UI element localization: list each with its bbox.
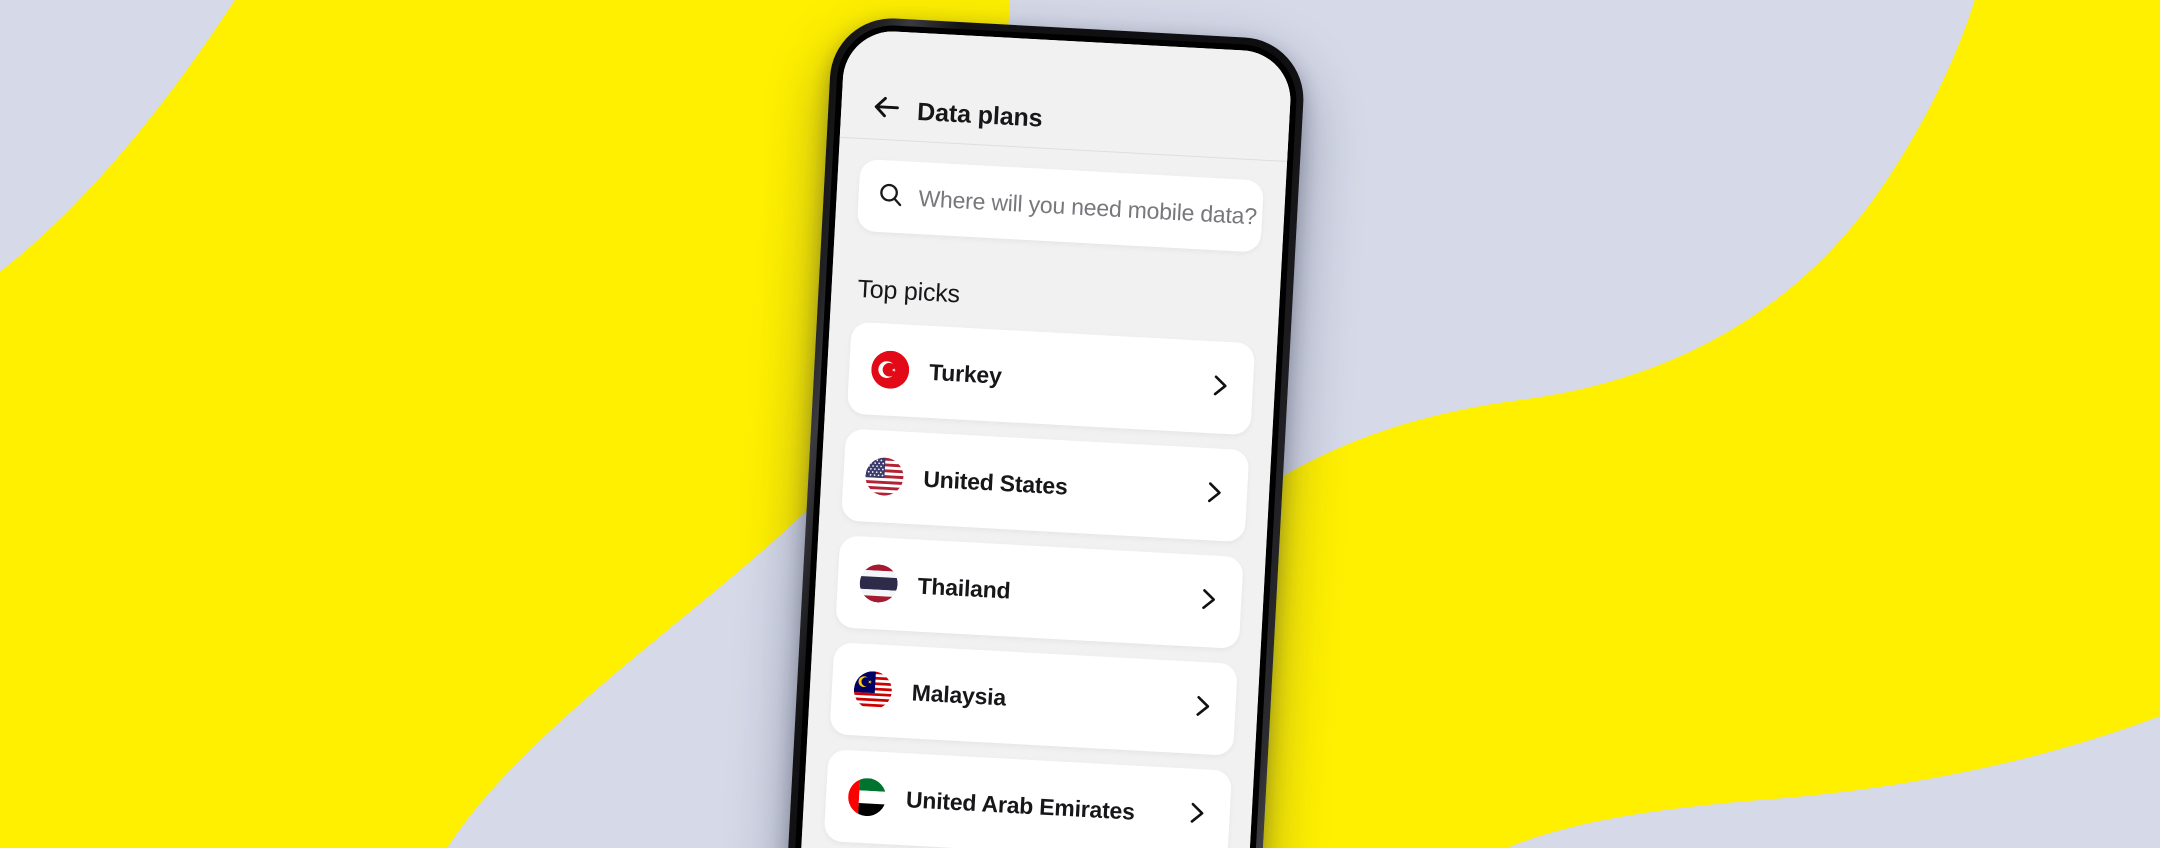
phone-mockup-stage: Data plans Where will you need mobile da… — [0, 0, 2160, 848]
phone-device: Data plans Where will you need mobile da… — [780, 15, 1307, 848]
country-name: Malaysia — [911, 678, 1007, 711]
search-icon — [876, 179, 906, 213]
list-item[interactable]: United Arab Emirates — [823, 749, 1233, 848]
country-name: Turkey — [928, 358, 1003, 389]
app-content: Where will you need mobile data? Top pic… — [794, 138, 1287, 848]
flag-ae-icon — [847, 777, 888, 818]
data-plans-app: Data plans Where will you need mobile da… — [794, 28, 1293, 848]
flag-th-icon — [858, 563, 899, 604]
back-button[interactable] — [866, 86, 908, 128]
flag-my-icon — [852, 670, 893, 711]
country-name: United States — [922, 465, 1069, 500]
chevron-right-icon[interactable] — [1183, 799, 1211, 831]
search-section: Where will you need mobile data? — [856, 158, 1265, 253]
country-name: Thailand — [916, 572, 1012, 604]
phone-screen: Data plans Where will you need mobile da… — [794, 28, 1293, 848]
chevron-right-icon[interactable] — [1189, 692, 1217, 724]
chevron-right-icon[interactable] — [1194, 585, 1222, 617]
list-item[interactable]: Thailand — [835, 535, 1244, 650]
page-title: Data plans — [916, 97, 1044, 133]
list-item[interactable]: Malaysia — [829, 642, 1238, 756]
list-item[interactable]: Turkey — [846, 321, 1256, 436]
flag-us-icon — [864, 456, 905, 497]
arrow-left-icon — [872, 91, 904, 123]
list-item[interactable]: United States — [841, 428, 1250, 543]
chevron-right-icon[interactable] — [1206, 371, 1234, 403]
section-heading-top-picks: Top picks — [856, 274, 961, 309]
search-placeholder-text: Where will you need mobile data? — [917, 184, 1258, 229]
country-name: United Arab Emirates — [905, 785, 1136, 825]
search-input[interactable]: Where will you need mobile data? — [856, 158, 1265, 253]
country-list: Turkey United States Thailand Malaysia U… — [823, 321, 1256, 848]
flag-tr-icon — [870, 350, 910, 390]
chevron-right-icon[interactable] — [1200, 478, 1228, 510]
